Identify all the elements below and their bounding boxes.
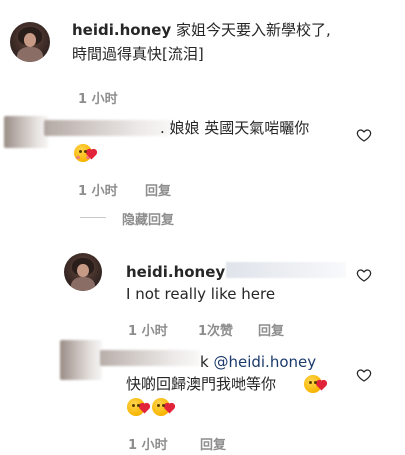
username[interactable]: heidi.honey <box>126 262 225 282</box>
comment-text: k @heidi.honey <box>200 352 316 372</box>
blurred-avatar <box>4 116 48 148</box>
comment-text-line: 時間過得真快[流泪] <box>72 45 204 63</box>
reply-button[interactable]: 回复 <box>258 320 284 339</box>
reply-button[interactable]: 回复 <box>145 180 171 199</box>
mention-link[interactable]: @heidi.honey <box>213 353 316 371</box>
blurred-text <box>226 262 346 278</box>
heart-icon[interactable] <box>356 367 372 383</box>
hide-replies-button[interactable]: 隐藏回复 <box>122 209 174 228</box>
blurred-username <box>44 120 172 136</box>
comment-time: 1 小时 <box>78 184 118 199</box>
heart-icon[interactable] <box>356 267 372 283</box>
reply-button[interactable]: 回复 <box>200 434 226 453</box>
divider <box>80 217 106 218</box>
comment-text-line: 快啲回歸澳門我哋等你 <box>126 375 277 393</box>
blurred-username <box>100 350 200 366</box>
comment-time: 1 小时 <box>128 324 168 339</box>
blurred-avatar <box>60 340 102 380</box>
avatar[interactable] <box>64 253 102 291</box>
comment-text: heidi.honey 家姐今天要入新學校了, <box>72 20 331 40</box>
avatar[interactable] <box>10 22 50 62</box>
comment-time: 1 小时 <box>78 92 118 107</box>
comment-text: I not really like here <box>126 285 276 303</box>
face-blowing-kiss-emoji <box>304 375 327 393</box>
face-blowing-kiss-emoji <box>152 398 175 416</box>
heart-icon[interactable] <box>356 127 372 143</box>
smiling-face-with-hearts-emoji <box>74 144 97 162</box>
like-count[interactable]: 1次赞 <box>198 320 233 339</box>
comment-time: 1 小时 <box>128 438 168 453</box>
face-blowing-kiss-emoji <box>127 398 150 416</box>
comment-text-line: 家姐今天要入新學校了, <box>175 21 331 39</box>
username[interactable]: heidi.honey <box>72 21 171 39</box>
comment-text: . 娘娘 英國天氣啱曬你 <box>160 119 310 137</box>
username-fragment: k <box>200 353 209 371</box>
